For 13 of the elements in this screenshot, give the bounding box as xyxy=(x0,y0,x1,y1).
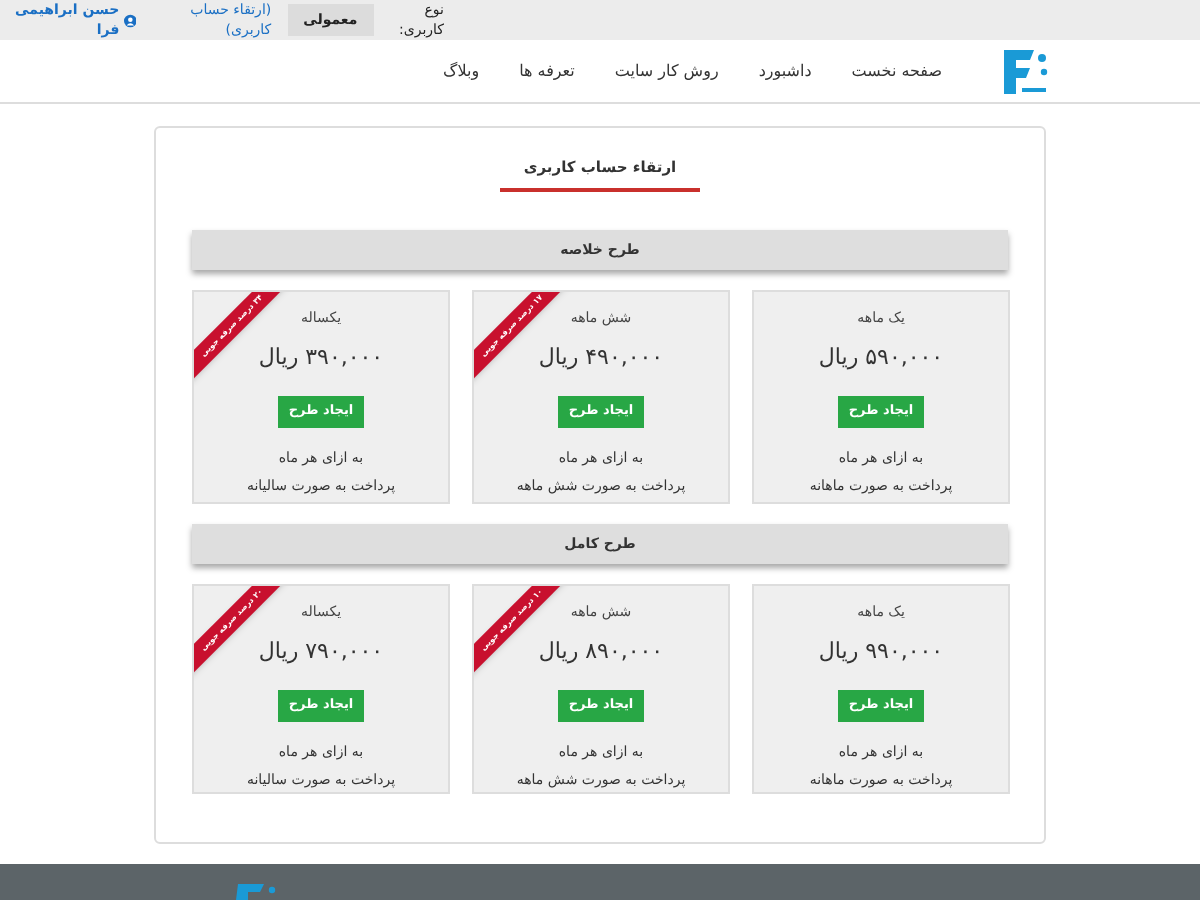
nav-link[interactable]: وبلاگ xyxy=(443,59,480,83)
plan-price: ۷۹۰,۰۰۰ ریال xyxy=(258,635,384,668)
plan-price: ۹۹۰,۰۰۰ ریال xyxy=(818,635,944,668)
nav-link[interactable]: صفحه نخست xyxy=(851,59,942,83)
nav-link[interactable]: داشبورد xyxy=(758,59,812,83)
plan-price: ۴۹۰,۰۰۰ ریال xyxy=(538,341,664,374)
nav-link[interactable]: تعرفه ها xyxy=(519,59,575,83)
plan-price: ۵۹۰,۰۰۰ ریال xyxy=(818,341,944,374)
plan-price: ۸۹۰,۰۰۰ ریال xyxy=(538,635,664,668)
plan-price: ۳۹۰,۰۰۰ ریال xyxy=(258,341,384,374)
user-icon xyxy=(123,13,137,27)
logo-icon xyxy=(232,884,280,900)
nav-link[interactable]: روش کار سایت xyxy=(614,59,719,83)
